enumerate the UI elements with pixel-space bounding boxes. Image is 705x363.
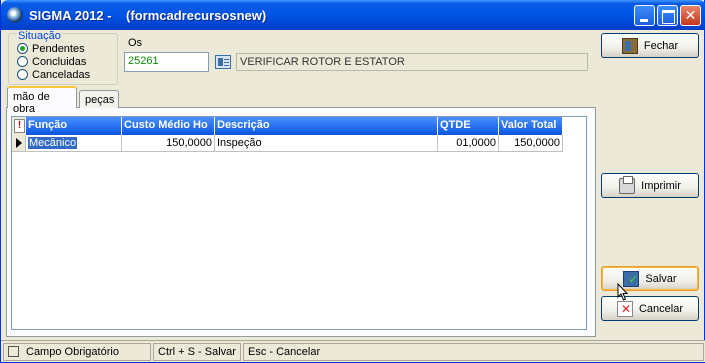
cancelar-label: Cancelar (638, 302, 684, 315)
column-header-funcao[interactable]: Função (26, 117, 122, 135)
grid-header: Função Custo Médio Ho Descrição QTDE Val… (12, 117, 567, 135)
app-icon[interactable] (7, 7, 23, 23)
title-bar[interactable]: SIGMA 2012 - (formcadrecursosnew) ✕ (1, 0, 705, 30)
status-required: Campo Obrigatório (3, 343, 151, 361)
cell-funcao-text: Mecânico (28, 137, 78, 149)
imprimir-label: Imprimir (641, 179, 681, 192)
cancel-x-icon (616, 300, 633, 317)
status-bar: Campo Obrigatório Ctrl + S - Salvar Esc … (1, 340, 705, 362)
door-exit-icon (621, 37, 638, 54)
situacao-label: Situação (17, 30, 62, 42)
radio-pendentes[interactable]: Pendentes (17, 42, 85, 55)
cell-valor[interactable]: 150,0000 (499, 135, 563, 152)
resources-grid[interactable]: Função Custo Médio Ho Descrição QTDE Val… (11, 116, 587, 330)
printer-icon (619, 175, 636, 194)
status-required-text: Campo Obrigatório (26, 346, 119, 358)
radio-label: Pendentes (32, 42, 85, 55)
row-indicator-icon (12, 135, 26, 152)
radio-label: Canceladas (32, 68, 91, 81)
radio-concluidas[interactable]: Concluidas (17, 55, 86, 68)
radio-label: Concluidas (32, 55, 87, 68)
column-header-descricao[interactable]: Descrição (215, 117, 438, 135)
column-header-custo[interactable]: Custo Médio Ho (122, 117, 215, 135)
window-title: SIGMA 2012 - (formcadrecursosnew) (29, 8, 267, 23)
radio-unselected-icon (17, 69, 28, 80)
column-header-valor[interactable]: Valor Total (499, 117, 563, 135)
table-row[interactable]: Mecânico 150,0000 Inspeção 01,0000 150,0… (12, 135, 567, 152)
os-input[interactable]: 25261 (124, 52, 209, 72)
cancelar-button[interactable]: Cancelar (601, 296, 699, 321)
tab-pecas[interactable]: peças (79, 90, 119, 108)
cell-descricao[interactable]: Inspeção (215, 135, 438, 152)
mouse-pointer-icon (617, 283, 629, 301)
main-window: SIGMA 2012 - (formcadrecursosnew) ✕ Situ… (0, 0, 705, 363)
maximize-button[interactable] (657, 5, 678, 26)
minimize-button[interactable] (634, 5, 655, 26)
radio-unselected-icon (17, 56, 28, 67)
salvar-label: Salvar (645, 272, 677, 285)
required-flag-icon (12, 117, 26, 135)
required-swatch-icon (8, 346, 19, 357)
os-description-field: VERIFICAR ROTOR E ESTATOR (236, 53, 588, 71)
fechar-button[interactable]: Fechar (601, 33, 699, 58)
situacao-group: Situação Pendentes Concluidas Canceladas (8, 30, 118, 85)
cell-funcao[interactable]: Mecânico (26, 135, 122, 152)
status-save-hint: Ctrl + S - Salvar (153, 343, 241, 361)
salvar-button[interactable]: Salvar (601, 266, 699, 291)
radio-selected-icon (17, 43, 28, 54)
close-button[interactable]: ✕ (680, 5, 701, 26)
cell-custo[interactable]: 150,0000 (122, 135, 215, 152)
os-label: Os (128, 37, 143, 49)
cell-qtde[interactable]: 01,0000 (438, 135, 499, 152)
radio-canceladas[interactable]: Canceladas (17, 68, 90, 81)
status-cancel-hint: Esc - Cancelar (243, 343, 704, 361)
imprimir-button[interactable]: Imprimir (601, 173, 699, 198)
lookup-icon[interactable] (215, 55, 231, 69)
tab-mao-de-obra[interactable]: mão de obra (7, 86, 77, 115)
fechar-label: Fechar (643, 39, 679, 52)
column-header-qtde[interactable]: QTDE (438, 117, 499, 135)
